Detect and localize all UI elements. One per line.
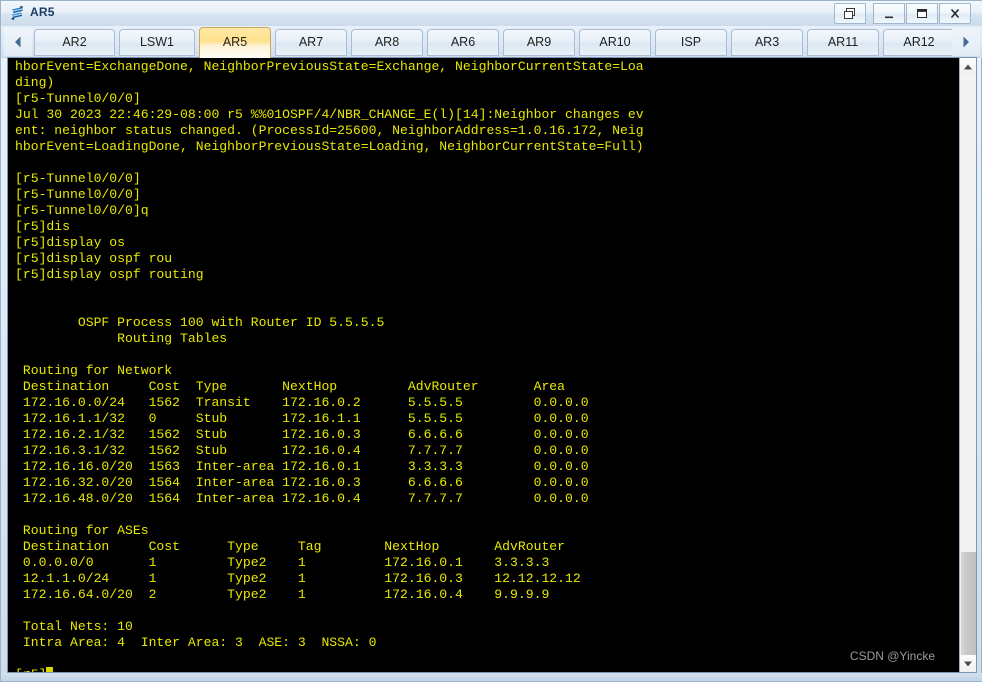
terminal-cursor [46,667,54,672]
router-icon [9,5,26,22]
window-bottom-edge [1,673,982,681]
tab-list: AR2 LSW1 AR5 AR7 AR8 AR6 AR9 AR10 ISP AR3 AR11 AR12 [34,27,955,58]
tab-scroll-left-button[interactable] [4,28,32,56]
terminal-text: hborEvent=ExchangeDone, NeighborPrevious… [15,59,644,672]
tab-label: ISP [680,35,702,49]
tab-label: LSW1 [139,35,175,49]
tab-label: AR5 [222,35,248,49]
caret-up-icon [960,63,976,71]
scrollbar-thumb[interactable] [961,552,976,655]
watermark-text: CSDN @Yincke [849,649,935,663]
terminal-vertical-scrollbar[interactable] [959,58,976,672]
tab-ar10[interactable]: AR10 [579,29,651,56]
tab-label: AR10 [599,35,631,49]
restore-button[interactable] [834,3,866,24]
terminal-output-area[interactable]: hborEvent=ExchangeDone, NeighborPrevious… [8,58,959,672]
tab-label: AR11 [827,35,859,49]
tab-ar5[interactable]: AR5 [199,27,271,58]
tab-ar2[interactable]: AR2 [34,29,115,56]
tab-label: AR12 [903,35,935,49]
tab-label: AR2 [62,35,87,49]
caret-down-icon [960,660,976,668]
device-cli-window: AR5 AR2 LSW1 AR5 AR7 AR8 AR6 AR9 AR10 IS… [0,0,982,682]
restore-icon [835,4,865,23]
tab-label: AR6 [450,35,476,49]
title-bar: AR5 [1,1,982,27]
chevron-right-icon [952,35,980,49]
tab-label: AR9 [526,35,552,49]
tab-label: AR7 [298,35,324,49]
tab-ar9[interactable]: AR9 [503,29,575,56]
tab-lsw1[interactable]: LSW1 [119,29,195,56]
close-button[interactable] [939,3,971,24]
minimize-icon [874,4,904,23]
maximize-button[interactable] [906,3,938,24]
scrollbar-down-button[interactable] [960,655,976,672]
scrollbar-up-button[interactable] [960,58,976,75]
device-tab-bar: AR2 LSW1 AR5 AR7 AR8 AR6 AR9 AR10 ISP AR3 AR11 AR12 [1,26,982,58]
chevron-left-icon [4,35,32,49]
window-title: AR5 [30,5,55,19]
tab-ar11[interactable]: AR11 [807,29,879,56]
tab-ar8[interactable]: AR8 [351,29,423,56]
maximize-icon [907,4,937,23]
tab-ar6[interactable]: AR6 [427,29,499,56]
tab-ar12[interactable]: AR12 [883,29,955,56]
close-icon [940,4,970,23]
tab-isp[interactable]: ISP [655,29,727,56]
terminal-panel: hborEvent=ExchangeDone, NeighborPrevious… [7,57,977,673]
tab-label: AR3 [754,35,780,49]
tab-scroll-right-button[interactable] [952,28,980,56]
tab-ar3[interactable]: AR3 [731,29,803,56]
tab-label: AR8 [374,35,400,49]
tab-ar7[interactable]: AR7 [275,29,347,56]
minimize-button[interactable] [873,3,905,24]
